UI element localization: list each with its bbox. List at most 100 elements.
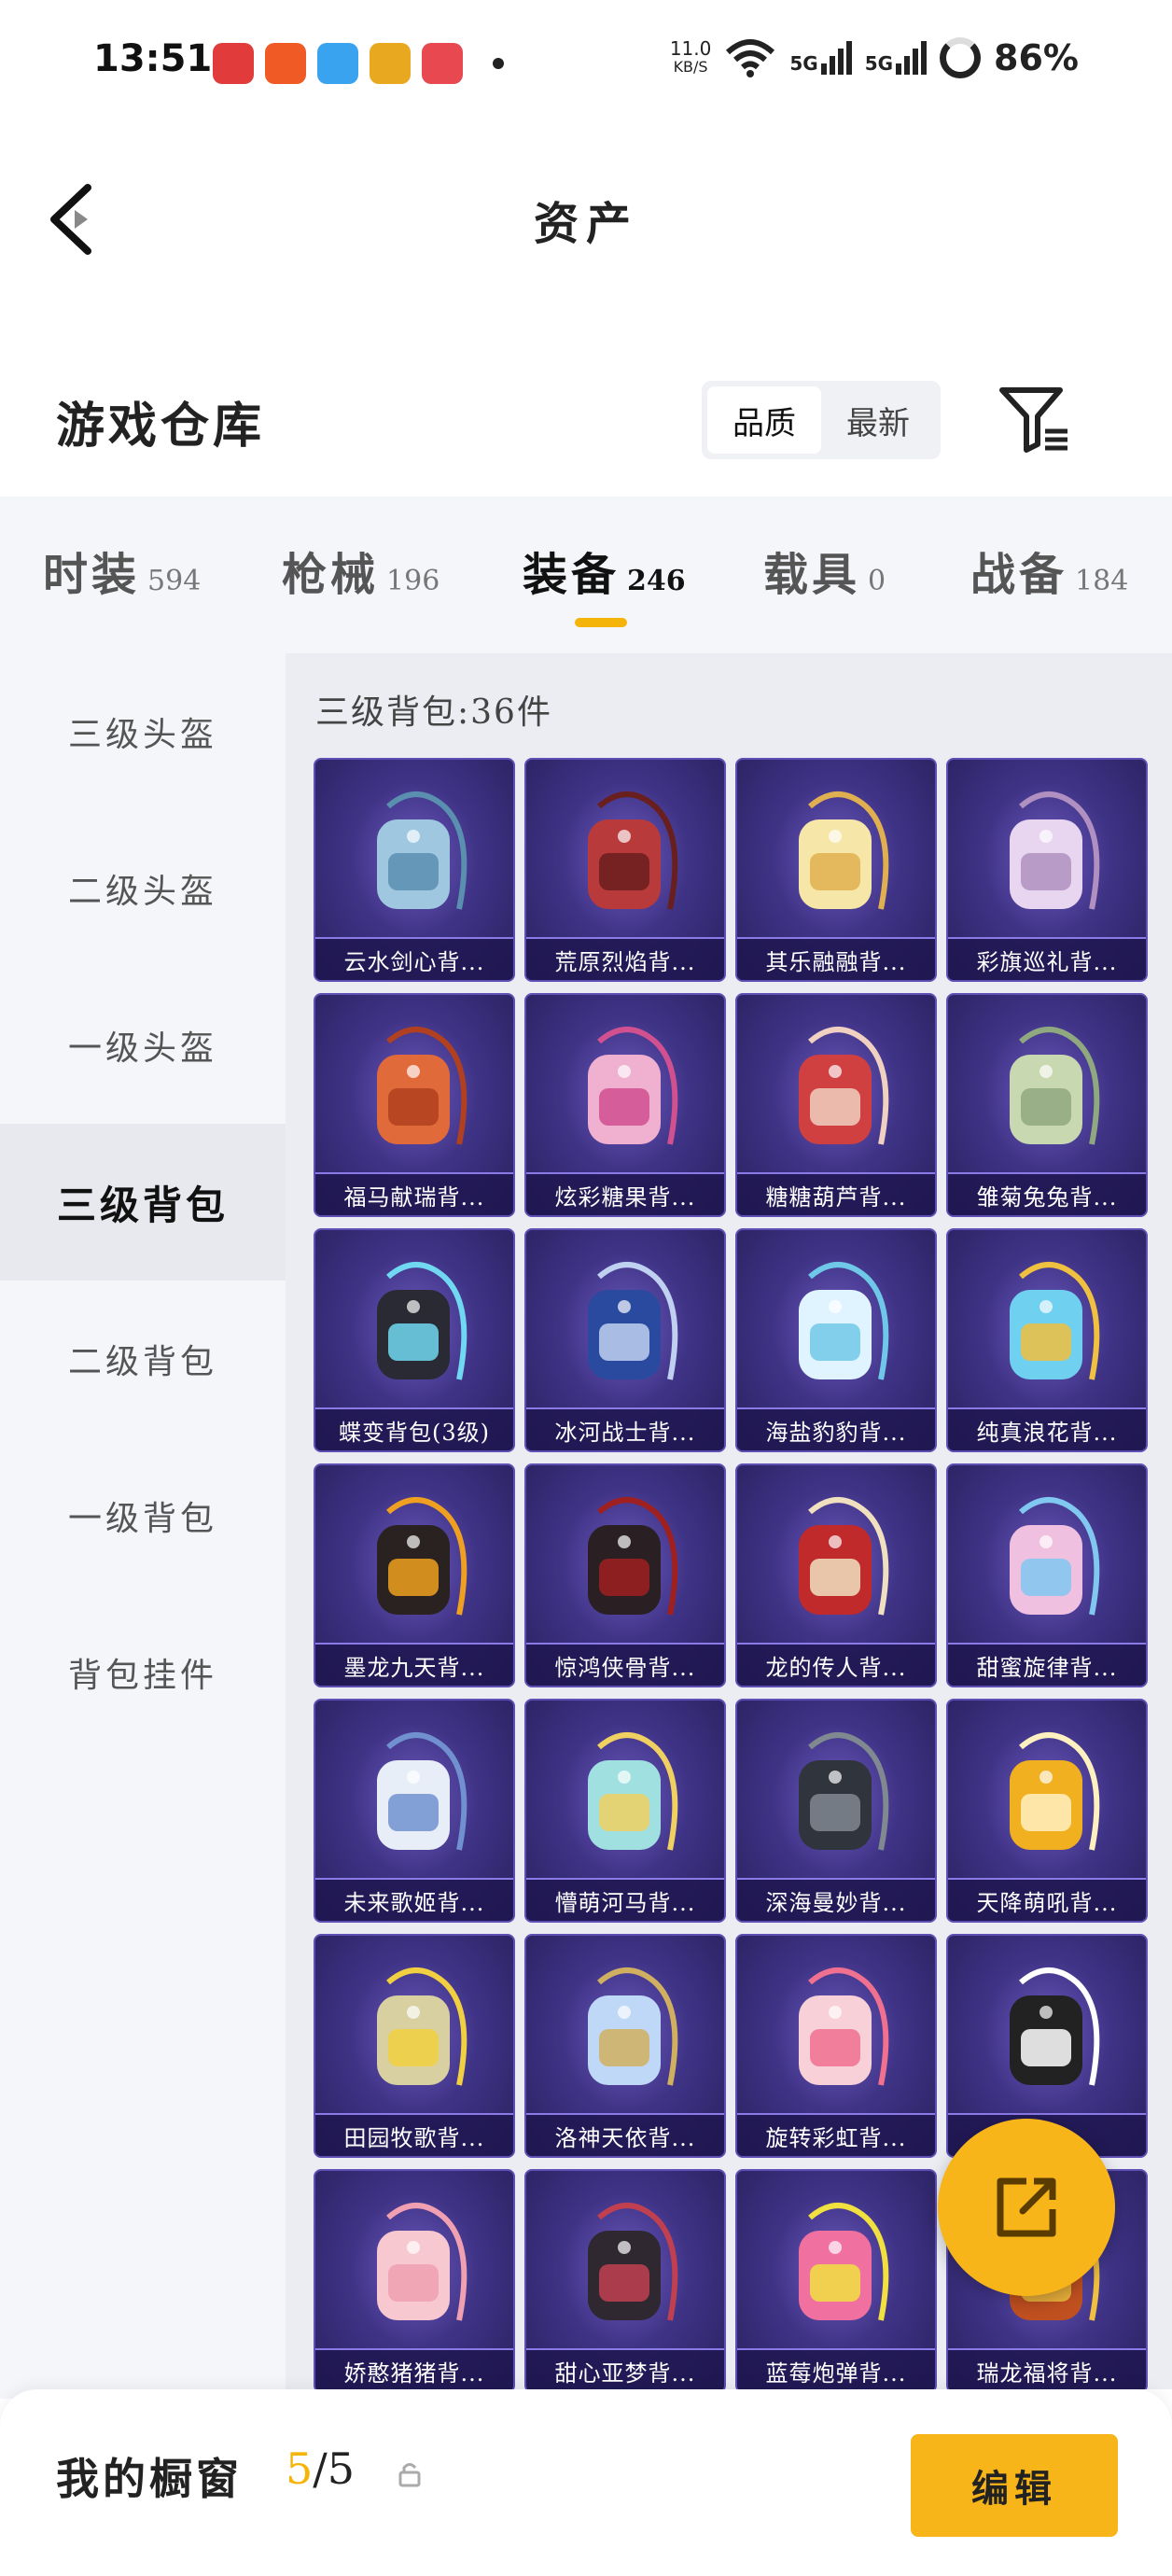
- backpack-name: 炫彩糖果背...: [526, 1172, 724, 1215]
- tab-label: 载具: [763, 549, 861, 601]
- backpack-card[interactable]: 云水剑心背...: [314, 758, 515, 982]
- backpack-card[interactable]: 天降萌吼背...: [946, 1699, 1148, 1923]
- backpack-card[interactable]: 雏菊兔兔背...: [946, 993, 1148, 1217]
- filter-button[interactable]: [998, 383, 1073, 457]
- backpack-image: [588, 791, 678, 910]
- backpack-card[interactable]: 未来歌姬背...: [314, 1699, 515, 1923]
- backpack-card[interactable]: 甜蜜旋律背...: [946, 1463, 1148, 1687]
- backpack-name: 娇憨猪猪背...: [315, 2348, 513, 2389]
- sidebar-item-level2-helmet[interactable]: 二级头盔: [0, 810, 286, 967]
- backpack-card[interactable]: 惊鸿侠骨背...: [524, 1463, 726, 1687]
- backpack-name: 雏菊兔兔背...: [948, 1172, 1146, 1215]
- backpack-image: [799, 1027, 889, 1145]
- backpack-image: [799, 791, 889, 910]
- wifi-icon: [726, 39, 775, 77]
- app-notification-icon: [317, 43, 358, 84]
- backpack-name: 懵萌河马背...: [526, 1878, 724, 1921]
- network-speed-value: 11.0: [669, 37, 712, 60]
- sort-by-newest-button[interactable]: 最新: [821, 386, 935, 454]
- section-title: 游戏仓库: [56, 398, 266, 455]
- backpack-image: [377, 2203, 467, 2321]
- backpack-card[interactable]: 龙的传人背...: [735, 1463, 937, 1687]
- backpack-card[interactable]: 洛神天依背...: [524, 1934, 726, 2158]
- backpack-card[interactable]: 田园牧歌背...: [314, 1934, 515, 2158]
- backpack-card[interactable]: 炫彩糖果背...: [524, 993, 726, 1217]
- backpack-card[interactable]: 荒原烈焰背...: [524, 758, 726, 982]
- backpack-card[interactable]: 甜心亚梦背...: [524, 2169, 726, 2389]
- page-header: 资产: [0, 131, 1172, 308]
- tab-count: 246: [627, 565, 686, 597]
- sidebar-item-level1-helmet[interactable]: 一级头盔: [0, 967, 286, 1124]
- sidebar-item-level3-helmet[interactable]: 三级头盔: [0, 653, 286, 810]
- app-notification-icon: [422, 43, 463, 84]
- sidebar-item-level3-backpack[interactable]: 三级背包: [0, 1124, 286, 1281]
- sidebar-item-level1-backpack[interactable]: 一级背包: [0, 1437, 286, 1594]
- backpack-name: 福马献瑞背...: [315, 1172, 513, 1215]
- backpack-image: [588, 1732, 678, 1851]
- backpack-image: [377, 1967, 467, 2086]
- backpack-image: [588, 1967, 678, 2086]
- tab-count: 594: [147, 565, 202, 597]
- tab-firearms[interactable]: 枪械 196: [282, 538, 440, 603]
- app-notification-icon: [265, 43, 306, 84]
- backpack-name: 冰河战士背...: [526, 1407, 724, 1450]
- backpack-card[interactable]: 蓝莓炮弹背...: [735, 2169, 937, 2389]
- more-notifications-icon: [493, 58, 504, 69]
- showcase-total: /5: [313, 2443, 356, 2494]
- tab-count: 184: [1075, 565, 1129, 597]
- lock-icon: [398, 2463, 421, 2487]
- network-speed: 11.0 KB/S: [670, 39, 712, 77]
- backpack-name: 未来歌姬背...: [315, 1878, 513, 1921]
- backpack-card[interactable]: 海盐豹豹背...: [735, 1228, 937, 1452]
- list-heading: 三级背包:36件: [315, 693, 552, 732]
- showcase-label: 我的橱窗: [56, 2454, 243, 2504]
- category-tabs: 时装 594 枪械 196 装备 246 载具 0 战备 184: [0, 497, 1172, 653]
- sidebar-item-backpack-charm[interactable]: 背包挂件: [0, 1594, 286, 1751]
- backpack-card[interactable]: 纯真浪花背...: [946, 1228, 1148, 1452]
- sort-by-quality-button[interactable]: 品质: [707, 386, 821, 454]
- backpack-card[interactable]: 懵萌河马背...: [524, 1699, 726, 1923]
- backpack-image: [588, 2203, 678, 2321]
- backpack-name: 蝶变背包(3级): [315, 1407, 513, 1450]
- tab-equipment[interactable]: 装备 246: [523, 538, 686, 603]
- backpack-card[interactable]: 冰河战士背...: [524, 1228, 726, 1452]
- tab-fashion[interactable]: 时装 594: [43, 538, 201, 603]
- page-title: 资产: [533, 198, 638, 250]
- backpack-card[interactable]: 糖糖葫芦背...: [735, 993, 937, 1217]
- signal-label: 5G: [864, 52, 894, 75]
- backpack-image: [799, 1967, 889, 2086]
- status-indicators: 11.0 KB/S 5G 5G 86%: [670, 37, 1079, 78]
- showcase-count: 5/5: [286, 2443, 355, 2494]
- backpack-card[interactable]: 彩旗巡礼背...: [946, 758, 1148, 982]
- app-notification-icon: [370, 43, 411, 84]
- backpack-card[interactable]: 其乐融融背...: [735, 758, 937, 982]
- tab-label: 装备: [523, 549, 621, 601]
- tab-supplies[interactable]: 战备 184: [970, 538, 1128, 603]
- backpack-card[interactable]: 福马献瑞背...: [314, 993, 515, 1217]
- tab-vehicles[interactable]: 载具 0: [763, 538, 886, 603]
- backpack-name: 甜心亚梦背...: [526, 2348, 724, 2389]
- backpack-card[interactable]: 蝶变背包(3级): [314, 1228, 515, 1452]
- backpack-card[interactable]: 旋转彩虹背...: [735, 1934, 937, 2158]
- backpack-card[interactable]: 墨龙九天背...: [314, 1463, 515, 1687]
- notification-icons: [213, 43, 504, 84]
- backpack-card[interactable]: 娇憨猪猪背...: [314, 2169, 515, 2389]
- active-tab-indicator: [575, 618, 627, 627]
- backpack-image: [1010, 1732, 1100, 1851]
- backpack-name: 墨龙九天背...: [315, 1643, 513, 1686]
- share-button[interactable]: [938, 2119, 1115, 2296]
- bottom-bar: 我的橱窗 5/5 编辑: [0, 2389, 1172, 2576]
- tab-label: 枪械: [282, 549, 380, 601]
- backpack-name: 蓝莓炮弹背...: [737, 2348, 935, 2389]
- backpack-name: 糖糖葫芦背...: [737, 1172, 935, 1215]
- status-bar: 13:51 11.0 KB/S 5G 5G 86%: [0, 0, 1172, 131]
- backpack-name: 甜蜜旋律背...: [948, 1643, 1146, 1686]
- backpack-image: [1010, 791, 1100, 910]
- share-icon: [997, 2177, 1056, 2237]
- sidebar-item-level2-backpack[interactable]: 二级背包: [0, 1281, 286, 1437]
- backpack-name: 海盐豹豹背...: [737, 1407, 935, 1450]
- sort-toggle: 品质 最新: [702, 381, 941, 459]
- edit-button[interactable]: 编辑: [911, 2434, 1118, 2537]
- backpack-card[interactable]: 深海曼妙背...: [735, 1699, 937, 1923]
- app-notification-icon: [213, 43, 254, 84]
